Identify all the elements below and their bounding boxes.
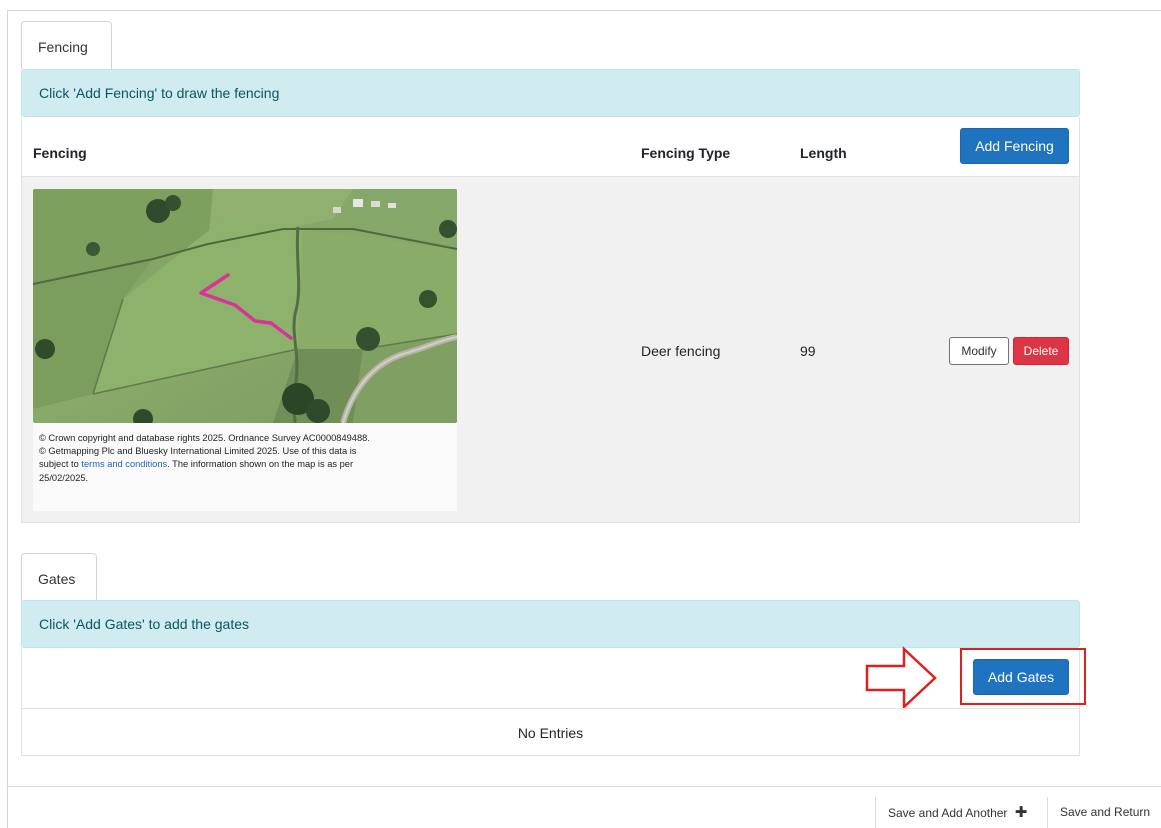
tab-fencing-label: Fencing [38, 39, 88, 55]
fencing-alert-text: Click 'Add Fencing' to draw the fencing [39, 85, 280, 101]
empty-state: No Entries [21, 708, 1080, 756]
gates-alert-text: Click 'Add Gates' to add the gates [39, 616, 250, 632]
fencing-info-alert: Click 'Add Fencing' to draw the fencing [21, 69, 1080, 117]
add-gates-button[interactable]: Add Gates [973, 659, 1069, 695]
caption-text: . The information shown on the map is as… [167, 459, 354, 470]
modify-button[interactable]: Modify [949, 337, 1009, 365]
empty-state-text: No Entries [517, 725, 584, 741]
fencing-table-header [21, 117, 1080, 177]
footer-divider [7, 786, 1161, 787]
map-card: © Crown copyright and database rights 20… [33, 189, 457, 511]
delete-button[interactable]: Delete [1013, 337, 1069, 365]
save-and-add-another-label: Save and Add Another [888, 806, 1008, 820]
caption-text: subject to [39, 459, 82, 470]
fencing-type-value: Deer fencing [641, 343, 721, 359]
add-fencing-label: Add Fencing [975, 138, 1054, 154]
save-and-return-button[interactable]: Save and Return [1047, 797, 1161, 828]
caption-line: 25/02/2025. [39, 472, 89, 483]
caption-line: © Getmapping Plc and Bluesky Internation… [39, 446, 357, 457]
delete-label: Delete [1023, 344, 1059, 358]
plus-icon: ✚ [1014, 804, 1028, 821]
add-gates-label: Add Gates [987, 669, 1055, 685]
length-value: 99 [800, 343, 816, 359]
caption-line: © Crown copyright and database rights 20… [39, 433, 370, 443]
terms-and-conditions-link[interactable]: terms and conditions [81, 459, 167, 469]
tab-gates-label: Gates [38, 571, 76, 587]
column-header-fencing-type: Fencing Type [641, 145, 731, 161]
modify-label: Modify [961, 344, 997, 358]
map-copyright-caption: © Crown copyright and database rights 20… [39, 432, 453, 485]
aerial-map-image[interactable] [33, 189, 457, 423]
tab-gates[interactable]: Gates [21, 553, 97, 601]
caption-line: subject to terms and conditions. The inf… [39, 458, 453, 471]
right-arrow-icon [865, 646, 937, 710]
gates-info-alert: Click 'Add Gates' to add the gates [21, 600, 1080, 648]
save-and-return-label: Save and Return [1060, 805, 1151, 819]
tab-fencing[interactable]: Fencing [21, 21, 112, 69]
add-fencing-button[interactable]: Add Fencing [960, 128, 1069, 164]
column-header-fencing: Fencing [33, 145, 87, 161]
column-header-length: Length [800, 145, 847, 161]
save-and-add-another-button[interactable]: Save and Add Another ✚ [875, 797, 1047, 828]
